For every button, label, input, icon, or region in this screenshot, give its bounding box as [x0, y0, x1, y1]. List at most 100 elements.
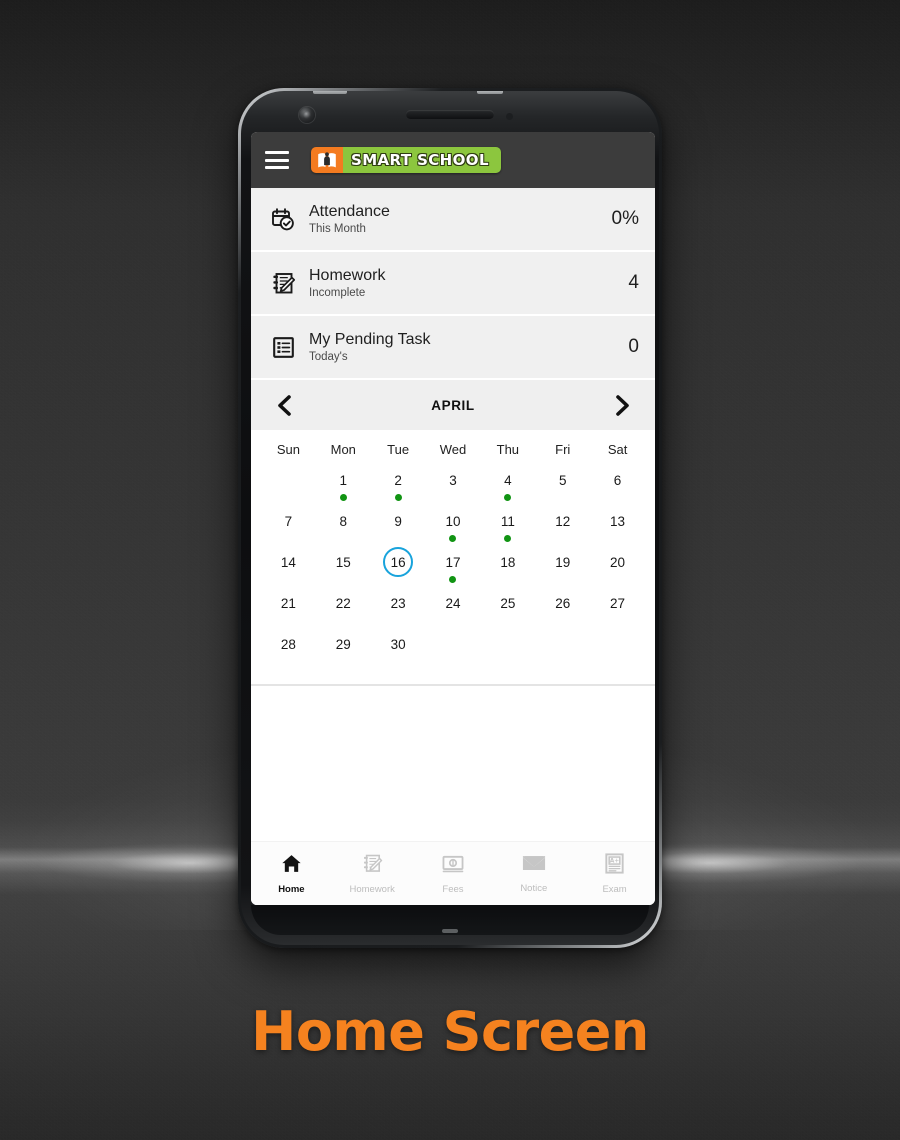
stat-cards: Attendance This Month 0% Homework Incomp…	[251, 188, 655, 380]
calendar-dow-sat: Sat	[607, 442, 628, 457]
calendar-day-2[interactable]: 2	[371, 463, 426, 504]
calendar-dow-wed: Wed	[439, 442, 467, 457]
calendar-day-30[interactable]: 30	[371, 627, 426, 668]
calendar-day-empty	[535, 627, 590, 668]
calendar-day-number: 10	[445, 513, 461, 529]
nav-item-notice[interactable]: Notice	[493, 854, 574, 894]
card-pending-task-title: My Pending Task	[309, 331, 431, 349]
chevron-left-icon[interactable]	[271, 392, 297, 418]
card-attendance[interactable]: Attendance This Month 0%	[251, 188, 655, 250]
nav-label-fees: Fees	[442, 883, 464, 895]
calendar-day-27[interactable]: 27	[590, 586, 645, 627]
calendar-day-number: 22	[335, 595, 351, 611]
app-logo: SMART SCHOOL	[311, 147, 501, 173]
card-attendance-title: Attendance	[309, 203, 390, 221]
card-attendance-value: 0%	[611, 208, 639, 229]
volume-button[interactable]	[313, 91, 347, 94]
calendar-day-empty	[480, 627, 535, 668]
calendar-day-5[interactable]: 5	[535, 463, 590, 504]
calendar-day-12[interactable]: 12	[535, 504, 590, 545]
calendar-dow-thu: Thu	[496, 442, 520, 457]
calendar-day-7[interactable]: 7	[261, 504, 316, 545]
nav-label-exam: Exam	[602, 883, 627, 895]
calendar-day-names: Sun Mon Tue Wed Thu Fri Sat	[251, 430, 655, 461]
calendar-day-6[interactable]: 6	[590, 463, 645, 504]
calendar-dow-tue: Tue	[387, 442, 410, 457]
page-caption: Home Screen	[251, 1000, 649, 1063]
calendar-day-10[interactable]: 10	[426, 504, 481, 545]
calendar-day-29[interactable]: 29	[316, 627, 371, 668]
calendar: APRIL Sun Mon Tue Wed Thu Fri Sat 1 2 3 …	[251, 380, 655, 686]
calendar-day-number: 4	[504, 472, 512, 488]
calendar-event-dot	[504, 494, 512, 501]
calendar-day-number: 11	[500, 513, 515, 529]
calendar-day-21[interactable]: 21	[261, 586, 316, 627]
calendar-day-number: 20	[610, 554, 626, 570]
calendar-day-15[interactable]: 15	[316, 545, 371, 586]
calendar-day-1[interactable]: 1	[316, 463, 371, 504]
chevron-right-icon[interactable]	[609, 392, 635, 418]
calendar-day-empty	[426, 627, 481, 668]
nav-label-home: Home	[278, 883, 305, 895]
nav-item-homework[interactable]: Homework	[332, 853, 413, 895]
calendar-day-8[interactable]: 8	[316, 504, 371, 545]
calendar-dow-fri: Fri	[555, 442, 571, 457]
nav-item-fees[interactable]: Fees	[413, 853, 494, 895]
calendar-day-number: 26	[555, 595, 571, 611]
calendar-day-number: 7	[284, 513, 293, 529]
calendar-day-4[interactable]: 4	[480, 463, 535, 504]
card-homework-text: Homework Incomplete	[309, 267, 628, 298]
calendar-day-14[interactable]: 14	[261, 545, 316, 586]
calendar-day-24[interactable]: 24	[426, 586, 481, 627]
nav-label-notice: Notice	[520, 882, 548, 894]
calendar-day-19[interactable]: 19	[535, 545, 590, 586]
calendar-day-18[interactable]: 18	[480, 545, 535, 586]
open-book-icon	[311, 147, 343, 173]
calendar-day-11[interactable]: 11	[480, 504, 535, 545]
calendar-event-dot	[449, 576, 457, 583]
calendar-day-number: 14	[280, 554, 296, 570]
calendar-day-20[interactable]: 20	[590, 545, 645, 586]
card-homework[interactable]: Homework Incomplete 4	[251, 252, 655, 314]
calendar-day-3[interactable]: 3	[426, 463, 481, 504]
card-pending-task-subtitle: Today's	[309, 350, 348, 363]
calendar-month-label: APRIL	[431, 397, 475, 413]
envelope-icon	[521, 854, 546, 878]
notebook-pencil-icon	[269, 271, 297, 296]
card-attendance-subtitle: This Month	[309, 222, 366, 235]
app-logo-text: SMART SCHOOL	[343, 147, 501, 173]
calendar-day-number: 17	[445, 554, 461, 570]
hamburger-menu-icon[interactable]	[265, 151, 289, 169]
calendar-day-25[interactable]: 25	[480, 586, 535, 627]
calendar-day-number: 23	[390, 595, 406, 611]
calendar-week-row: 21 22 23 24 25 26 27	[261, 586, 645, 627]
calendar-header: APRIL	[251, 380, 655, 430]
calendar-day-28[interactable]: 28	[261, 627, 316, 668]
card-homework-value: 4	[628, 272, 639, 293]
card-pending-task[interactable]: My Pending Task Today's 0	[251, 316, 655, 378]
front-camera-icon	[299, 107, 315, 123]
calendar-day-26[interactable]: 26	[535, 586, 590, 627]
calendar-day-number: 2	[394, 472, 402, 488]
calendar-day-16[interactable]: 16	[371, 545, 426, 586]
nav-item-exam[interactable]: A+ Exam	[574, 852, 655, 895]
calendar-day-23[interactable]: 23	[371, 586, 426, 627]
calendar-day-number: 12	[555, 513, 571, 529]
calendar-event-dot	[339, 494, 347, 501]
calendar-day-22[interactable]: 22	[316, 586, 371, 627]
calendar-day-number: 13	[610, 513, 626, 529]
calendar-day-17[interactable]: 17	[426, 545, 481, 586]
calendar-day-9[interactable]: 9	[371, 504, 426, 545]
card-homework-subtitle: Incomplete	[309, 286, 366, 299]
calendar-day-number: 6	[613, 472, 622, 488]
calendar-day-number: 25	[500, 595, 516, 611]
power-button[interactable]	[477, 91, 503, 94]
calendar-day-number: 19	[555, 554, 571, 570]
app-bar: SMART SCHOOL	[251, 132, 655, 188]
calendar-grid: 1 2 3 4 5 6 7 8 9 10 11 12 13 14 15 16 17 18 19 20 21 22 23 24 2…	[251, 461, 655, 684]
calendar-day-13[interactable]: 13	[590, 504, 645, 545]
card-attendance-text: Attendance This Month	[309, 203, 612, 234]
nav-item-home[interactable]: Home	[251, 853, 332, 895]
svg-text:A+: A+	[610, 858, 620, 864]
calendar-event-dot	[394, 494, 402, 501]
